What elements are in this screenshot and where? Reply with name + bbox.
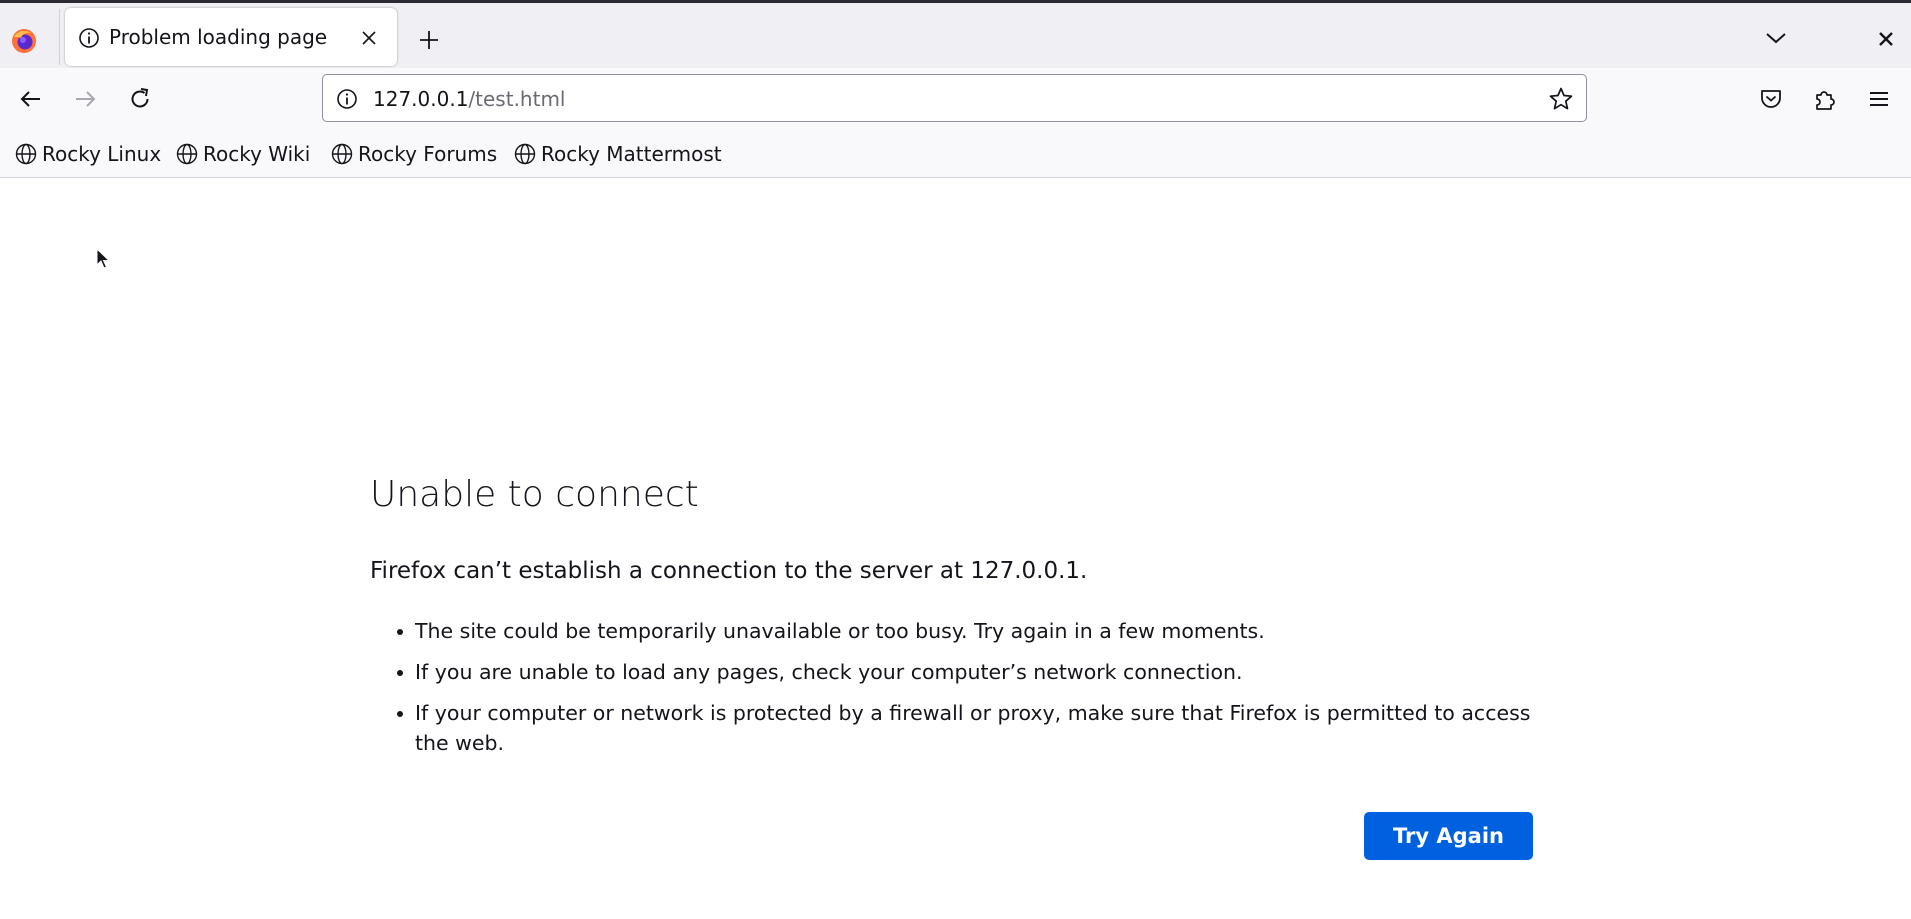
bookmark-label: Rocky Forums bbox=[358, 142, 498, 166]
error-title: Unable to connect bbox=[370, 474, 699, 515]
bookmark-rocky-forums[interactable]: Rocky Forums bbox=[330, 140, 497, 168]
error-suggestions-list: The site could be temporarily unavailabl… bbox=[370, 616, 1540, 769]
pocket-icon[interactable] bbox=[1757, 85, 1785, 113]
site-info-icon[interactable] bbox=[335, 87, 359, 111]
url-bar[interactable]: 127.0.0.1/test.html bbox=[322, 74, 1587, 122]
url-host: 127.0.0.1 bbox=[373, 87, 469, 111]
list-item: The site could be temporarily unavailabl… bbox=[370, 616, 1540, 646]
bookmark-star-icon[interactable] bbox=[1548, 86, 1574, 112]
back-arrow-icon[interactable] bbox=[18, 86, 44, 112]
extensions-puzzle-icon[interactable] bbox=[1811, 85, 1839, 113]
new-tab-plus-icon[interactable] bbox=[416, 27, 442, 53]
bookmarks-toolbar: Rocky Linux Rocky Wiki Rocky Forums Rock… bbox=[0, 128, 1911, 178]
hamburger-menu-icon[interactable] bbox=[1865, 85, 1893, 113]
bookmark-label: Rocky Linux bbox=[42, 142, 162, 166]
error-page-content: Unable to connect Firefox can’t establis… bbox=[0, 178, 1911, 919]
firefox-logo-icon bbox=[11, 28, 37, 54]
list-item: If you are unable to load any pages, che… bbox=[370, 657, 1540, 687]
try-again-button[interactable]: Try Again bbox=[1364, 812, 1533, 860]
forward-arrow-icon[interactable] bbox=[72, 86, 98, 112]
bookmark-rocky-linux[interactable]: Rocky Linux bbox=[14, 140, 161, 168]
error-description: Firefox can’t establish a connection to … bbox=[370, 558, 1088, 584]
globe-icon bbox=[514, 143, 536, 165]
info-icon bbox=[77, 26, 101, 50]
url-text[interactable]: 127.0.0.1/test.html bbox=[373, 87, 565, 111]
list-all-tabs-chevron-down-icon[interactable] bbox=[1763, 27, 1789, 49]
navigation-toolbar: 127.0.0.1/test.html bbox=[0, 68, 1911, 128]
url-path: /test.html bbox=[468, 87, 566, 111]
bookmark-rocky-wiki[interactable]: Rocky Wiki bbox=[175, 140, 310, 168]
bookmark-label: Rocky Wiki bbox=[203, 142, 311, 166]
reload-icon[interactable] bbox=[127, 86, 153, 112]
list-item: If your computer or network is protected… bbox=[370, 698, 1540, 758]
mouse-cursor-icon bbox=[96, 248, 110, 269]
tab-separator bbox=[59, 9, 60, 65]
tab-problem-loading-page[interactable]: Problem loading page bbox=[65, 8, 397, 66]
globe-icon bbox=[176, 143, 198, 165]
close-tab-icon[interactable] bbox=[359, 28, 379, 48]
window-close-icon[interactable] bbox=[1875, 28, 1897, 50]
globe-icon bbox=[15, 143, 37, 165]
bookmark-rocky-mattermost[interactable]: Rocky Mattermost bbox=[513, 140, 722, 168]
globe-icon bbox=[331, 143, 353, 165]
tab-title: Problem loading page bbox=[109, 25, 328, 49]
bookmark-label: Rocky Mattermost bbox=[541, 142, 722, 166]
tab-strip: Problem loading page bbox=[0, 0, 1911, 68]
